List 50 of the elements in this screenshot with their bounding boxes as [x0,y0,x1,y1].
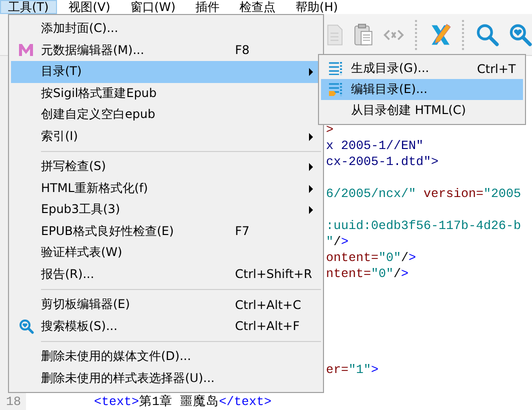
menu-bar-item[interactable]: 视图(V) [60,0,118,14]
menu-bar-item[interactable]: 工具(T) [0,0,57,14]
heart-search-icon [18,318,34,334]
list-pencil-icon [329,83,343,96]
shortcut-text: F8 [235,43,250,58]
menu-bar-item[interactable]: 检查点 [232,0,284,14]
menu-item[interactable]: HTML重新格式化(f) [11,178,321,199]
code-line: ontent="0"/> [326,250,416,266]
menu-item[interactable]: 剪切板编辑器(E) Ctrl+Alt+C [11,294,321,316]
menu-item[interactable]: 编辑目录(E)... [321,79,523,100]
menu-item[interactable]: 报告(R)... Ctrl+Shift+R [11,264,321,285]
menu-item[interactable]: 验证样式表(W) [11,242,321,264]
code-line: "/> [326,234,349,250]
menu-item[interactable]: 添加封面(C)... [11,18,321,40]
menu-item[interactable]: 从目录创建 HTML(C) [321,100,523,121]
code-line: <text>第1章 噩魔岛</text> [94,394,272,410]
menu-item[interactable]: 索引(I) [11,126,321,147]
menu-bar-item[interactable]: 窗口(W) [122,0,184,14]
code-line: x 2005-1//EN" [326,138,424,154]
code-line: > [326,122,334,138]
heart-search-icon[interactable] [508,22,532,48]
menu-item[interactable]: 搜索模板(S)... Ctrl+Alt+F [11,316,321,337]
shortcut-text: Ctrl+Alt+F [235,319,300,334]
search-icon[interactable] [476,22,499,48]
code-tag-icon[interactable] [383,28,405,42]
code-line: :uuid:0edb3f56-117b-4d26-b [326,218,522,234]
menu-item[interactable]: 元数据编辑器(M)... F8 [11,40,321,61]
menu-item[interactable]: EPUB格式良好性检查(E) F7 [11,220,321,242]
menu-item[interactable]: Epub3工具(3) [11,199,321,220]
menu-item[interactable]: 拼写检查(S) [11,156,321,178]
shortcut-text: Ctrl+Shift+R [235,267,312,282]
clipboard-icon[interactable] [354,22,374,48]
shortcut-text: Ctrl+Alt+C [235,298,302,312]
menu-item[interactable]: 删除未使用的样式表选择器(U)... [11,368,321,389]
menu-item[interactable]: 按Sigil格式重建Epub [11,82,321,104]
code-line: er="1"> [326,362,379,378]
line-number: 18 [6,394,22,410]
list-icon [329,62,343,75]
menu-item[interactable]: 目录(T) [11,61,321,82]
menu-item[interactable]: 生成目录(G)... Ctrl+T [321,58,523,79]
code-line: cx-2005-1.dtd"> [326,154,439,170]
shortcut-text: F7 [235,224,250,238]
menu-item[interactable]: 删除未使用的媒体文件(D)... [11,346,321,368]
menu-item[interactable]: 创建自定义空白epub [11,104,321,126]
shortcut-text: Ctrl+T [477,62,516,76]
menu-bar-item[interactable]: 帮助(H) [288,0,346,14]
code-line: 6/2005/ncx/" version="2005 [326,186,522,202]
menu-bar-item[interactable]: 插件 [188,0,228,14]
code-line: ntent="0"/> [326,266,409,282]
m-letter-icon [19,44,33,56]
